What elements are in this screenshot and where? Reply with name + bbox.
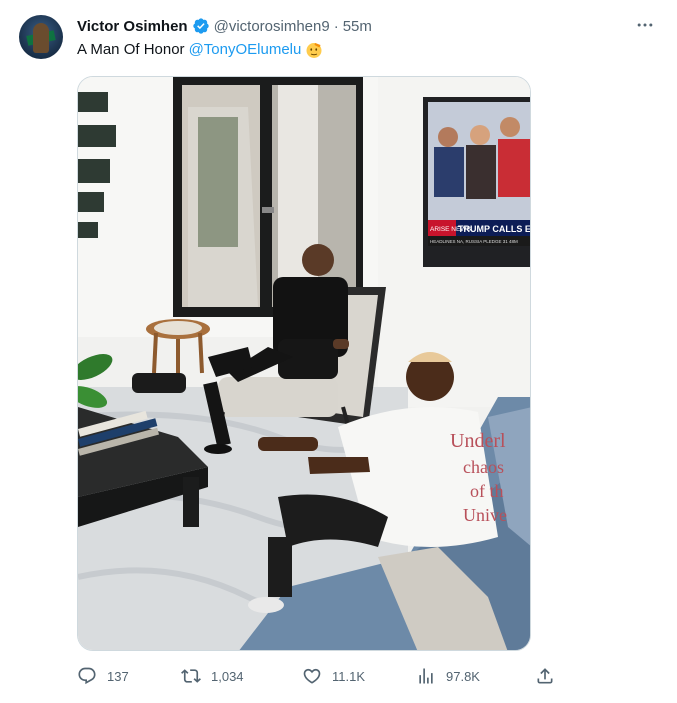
photo-scene: ARISE NEWS TRUMP CALLS E HEADLINES NA, R…: [78, 77, 531, 650]
tweet-photo[interactable]: ARISE NEWS TRUMP CALLS E HEADLINES NA, R…: [77, 76, 531, 651]
shirt-text-1: Underl: [450, 430, 506, 452]
author-handle[interactable]: @victorosimhen9: [214, 18, 330, 35]
repost-button[interactable]: 1,034: [181, 664, 244, 688]
like-count: 11.1K: [332, 668, 366, 684]
repost-icon: [181, 669, 201, 683]
more-options-button[interactable]: [634, 14, 656, 36]
tweet-text: A Man Of Honor @TonyOElumelu: [77, 40, 323, 60]
avatar-figure: [33, 23, 49, 53]
views-button[interactable]: 97.8K: [416, 664, 480, 688]
avatar[interactable]: [19, 15, 63, 59]
more-dots-icon: [637, 23, 653, 27]
mention-link[interactable]: @TonyOElumelu: [189, 40, 302, 60]
tv-ticker: HEADLINES NA, RUSSIA PLEDGE 31 48M: [430, 239, 518, 244]
reply-icon: [78, 667, 96, 685]
tweet-header: Victor Osimhen @victorosimhen9 · 55m: [77, 15, 372, 37]
reply-button[interactable]: 137: [77, 664, 129, 688]
shirt-text-4: Unive: [463, 505, 507, 525]
tv-headline: TRUMP CALLS E: [458, 224, 531, 234]
tweet: Victor Osimhen @victorosimhen9 · 55m A M…: [0, 0, 677, 703]
tweet-body: A Man Of Honor: [77, 41, 185, 58]
views-icon: [419, 668, 433, 684]
tv-screen: ARISE NEWS TRUMP CALLS E HEADLINES NA, R…: [423, 97, 531, 267]
shirt-text-3: of th: [470, 481, 504, 501]
share-button[interactable]: [535, 664, 555, 688]
author-name[interactable]: Victor Osimhen: [77, 18, 188, 35]
saluting-face-icon: [306, 43, 322, 58]
views-count: 97.8K: [446, 668, 480, 684]
like-button[interactable]: 11.1K: [302, 664, 365, 688]
verified-badge-icon[interactable]: [192, 17, 210, 35]
timestamp[interactable]: 55m: [343, 18, 372, 35]
separator-dot: ·: [333, 17, 339, 35]
repost-count: 1,034: [211, 668, 244, 684]
shirt-text-2: chaos: [463, 457, 504, 477]
reply-count: 137: [107, 668, 129, 684]
heart-icon: [303, 668, 321, 684]
side-table: [146, 319, 210, 377]
share-icon: [537, 668, 553, 684]
